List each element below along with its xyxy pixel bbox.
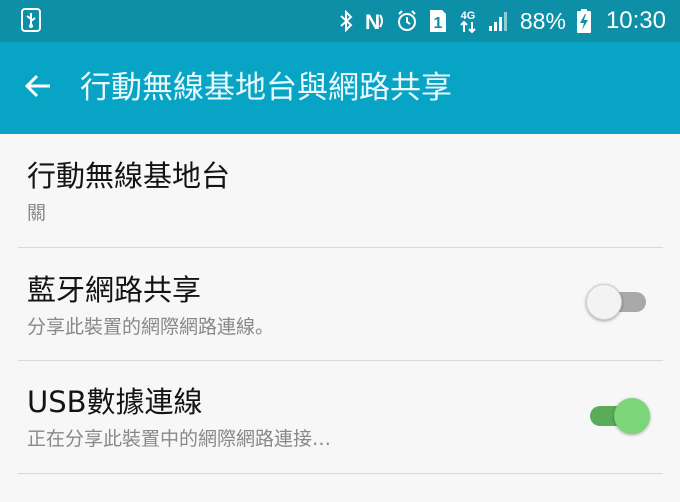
setting-usb-tethering[interactable]: USB數據連線 正在分享此裝置中的網際網路連接…: [0, 361, 680, 473]
app-bar: 行動無線基地台與網路共享: [0, 42, 680, 134]
page-title: 行動無線基地台與網路共享: [80, 70, 452, 106]
divider: [18, 473, 663, 474]
setting-description: 分享此裝置的網際網路連線。: [27, 316, 275, 338]
clock: 10:30: [605, 7, 666, 34]
setting-status: 關: [27, 202, 47, 224]
signal-icon: [488, 0, 510, 42]
setting-bluetooth-tethering[interactable]: 藍牙網路共享 分享此裝置的網際網路連線。: [0, 248, 680, 360]
svg-text:4G: 4G: [461, 10, 476, 22]
battery-percent: 88%: [519, 7, 566, 34]
svg-text:1: 1: [433, 15, 442, 32]
usb-tethering-toggle[interactable]: [586, 396, 650, 436]
setting-title: 藍牙網路共享: [27, 273, 202, 307]
status-icons: N 1 4G 88% 10:30: [338, 0, 666, 42]
setting-description: 正在分享此裝置中的網際網路連接…: [27, 428, 332, 450]
battery-charging-icon: [576, 0, 592, 42]
svg-text:N: N: [365, 11, 380, 33]
setting-mobile-hotspot[interactable]: 行動無線基地台 關: [0, 134, 680, 247]
arrow-left-icon: [23, 71, 53, 105]
setting-title: 行動無線基地台: [27, 159, 231, 193]
sim-1-icon: 1: [428, 0, 448, 42]
bluetooth-icon: [338, 0, 354, 42]
back-button[interactable]: [20, 70, 56, 106]
alarm-icon: [396, 0, 418, 42]
status-bar: N 1 4G 88% 10:30: [0, 0, 680, 42]
usb-icon: [20, 8, 42, 32]
network-4g-icon: 4G: [458, 0, 478, 42]
setting-title: USB數據連線: [27, 385, 203, 419]
nfc-icon: N: [364, 0, 386, 42]
toggle-thumb: [586, 284, 622, 320]
bluetooth-tethering-toggle[interactable]: [586, 282, 650, 322]
toggle-thumb: [614, 398, 650, 434]
